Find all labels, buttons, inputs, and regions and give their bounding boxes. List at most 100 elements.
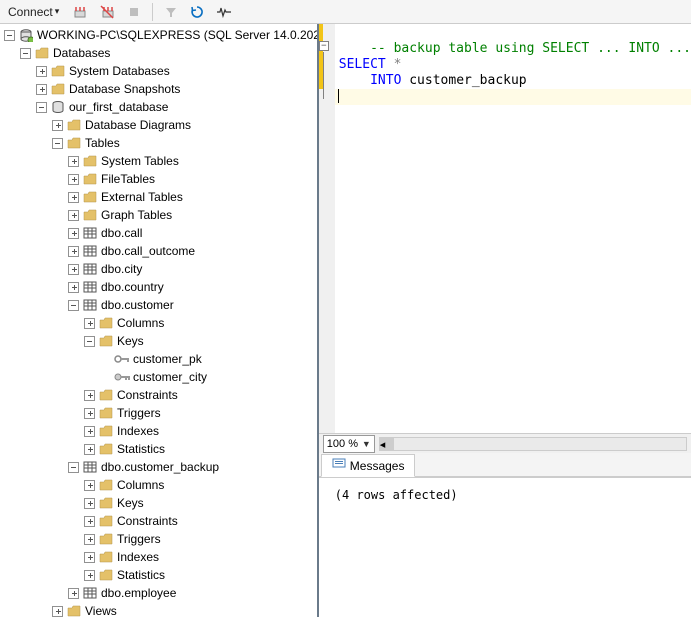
columns-node[interactable]: Columns bbox=[0, 314, 317, 332]
folder-icon bbox=[98, 549, 114, 565]
triggers-node[interactable]: Triggers bbox=[0, 404, 317, 422]
node-label: Statistics bbox=[117, 568, 165, 582]
db-snapshots-node[interactable]: Database Snapshots bbox=[0, 80, 317, 98]
expand-toggle[interactable] bbox=[84, 552, 95, 563]
tables-node[interactable]: Tables bbox=[0, 134, 317, 152]
expand-toggle[interactable] bbox=[84, 516, 95, 527]
indexes-node[interactable]: Indexes bbox=[0, 422, 317, 440]
system-databases-node[interactable]: System Databases bbox=[0, 62, 317, 80]
table-dbo-call-outcome[interactable]: dbo.call_outcome bbox=[0, 242, 317, 260]
current-line-highlight bbox=[335, 89, 691, 105]
object-explorer-tree[interactable]: WORKING-PC\SQLEXPRESS (SQL Server 14.0.2… bbox=[0, 24, 319, 617]
connect-button[interactable]: Connect ▾ bbox=[4, 4, 63, 20]
expand-toggle[interactable] bbox=[84, 444, 95, 455]
expand-toggle[interactable] bbox=[68, 156, 79, 167]
system-tables-node[interactable]: System Tables bbox=[0, 152, 317, 170]
tab-label: Messages bbox=[350, 459, 405, 473]
expand-toggle[interactable] bbox=[52, 606, 63, 617]
code-fold-toggle[interactable]: − bbox=[319, 41, 329, 51]
columns-node-2[interactable]: Columns bbox=[0, 476, 317, 494]
expand-toggle[interactable] bbox=[36, 84, 47, 95]
expand-toggle[interactable] bbox=[68, 174, 79, 185]
zoom-select[interactable]: 100 % ▼ bbox=[323, 435, 375, 453]
activity-monitor-icon[interactable] bbox=[212, 4, 236, 20]
disconnect-server-icon[interactable] bbox=[95, 3, 119, 21]
keys-node-2[interactable]: Keys bbox=[0, 494, 317, 512]
expand-toggle[interactable] bbox=[68, 246, 79, 257]
graph-tables-node[interactable]: Graph Tables bbox=[0, 206, 317, 224]
messages-panel[interactable]: (4 rows affected) bbox=[319, 477, 691, 617]
node-label: Indexes bbox=[117, 550, 159, 564]
node-label: dbo.call bbox=[101, 226, 142, 240]
primary-key-node[interactable]: customer_pk bbox=[0, 350, 317, 368]
constraints-node[interactable]: Constraints bbox=[0, 386, 317, 404]
our-first-database-node[interactable]: our_first_database bbox=[0, 98, 317, 116]
keys-node[interactable]: Keys bbox=[0, 332, 317, 350]
expand-toggle[interactable] bbox=[36, 66, 47, 77]
server-node[interactable]: WORKING-PC\SQLEXPRESS (SQL Server 14.0.2… bbox=[0, 26, 317, 44]
node-label: FileTables bbox=[101, 172, 155, 186]
node-label: Indexes bbox=[117, 424, 159, 438]
stop-icon[interactable] bbox=[123, 4, 145, 20]
table-icon bbox=[82, 459, 98, 475]
database-icon bbox=[50, 99, 66, 115]
refresh-icon[interactable] bbox=[186, 4, 208, 20]
expand-toggle[interactable] bbox=[68, 462, 79, 473]
folder-icon bbox=[98, 333, 114, 349]
expand-toggle[interactable] bbox=[84, 336, 95, 347]
table-dbo-employee[interactable]: dbo.employee bbox=[0, 584, 317, 602]
folder-icon bbox=[98, 513, 114, 529]
file-tables-node[interactable]: FileTables bbox=[0, 170, 317, 188]
table-icon bbox=[82, 297, 98, 313]
expand-toggle[interactable] bbox=[84, 570, 95, 581]
node-label: dbo.customer_backup bbox=[101, 460, 219, 474]
expand-toggle[interactable] bbox=[36, 102, 47, 113]
expand-toggle[interactable] bbox=[84, 534, 95, 545]
folder-icon bbox=[66, 135, 82, 151]
constraints-node-2[interactable]: Constraints bbox=[0, 512, 317, 530]
triggers-node-2[interactable]: Triggers bbox=[0, 530, 317, 548]
table-dbo-city[interactable]: dbo.city bbox=[0, 260, 317, 278]
db-diagrams-node[interactable]: Database Diagrams bbox=[0, 116, 317, 134]
expand-toggle[interactable] bbox=[68, 210, 79, 221]
table-dbo-country[interactable]: dbo.country bbox=[0, 278, 317, 296]
databases-node[interactable]: Databases bbox=[0, 44, 317, 62]
server-icon bbox=[18, 27, 34, 43]
expand-toggle[interactable] bbox=[52, 138, 63, 149]
sql-editor[interactable]: − -- backup table using SELECT ... INTO … bbox=[319, 24, 691, 433]
expand-toggle[interactable] bbox=[68, 282, 79, 293]
folder-icon bbox=[98, 477, 114, 493]
expand-toggle[interactable] bbox=[84, 318, 95, 329]
expand-toggle[interactable] bbox=[20, 48, 31, 59]
expand-toggle[interactable] bbox=[68, 192, 79, 203]
table-dbo-call[interactable]: dbo.call bbox=[0, 224, 317, 242]
expand-toggle[interactable] bbox=[84, 426, 95, 437]
expand-toggle[interactable] bbox=[52, 120, 63, 131]
horizontal-scrollbar[interactable]: ◂ bbox=[379, 437, 687, 451]
expand-toggle[interactable] bbox=[68, 228, 79, 239]
foreign-key-node[interactable]: customer_city bbox=[0, 368, 317, 386]
indexes-node-2[interactable]: Indexes bbox=[0, 548, 317, 566]
statistics-node[interactable]: Statistics bbox=[0, 440, 317, 458]
expand-toggle[interactable] bbox=[68, 264, 79, 275]
connect-server-icon[interactable] bbox=[67, 3, 91, 21]
zoom-value: 100 % bbox=[327, 438, 358, 450]
expand-toggle[interactable] bbox=[84, 408, 95, 419]
node-label: customer_pk bbox=[133, 352, 202, 366]
expand-toggle[interactable] bbox=[84, 480, 95, 491]
table-dbo-customer[interactable]: dbo.customer bbox=[0, 296, 317, 314]
expand-toggle[interactable] bbox=[84, 498, 95, 509]
expand-toggle[interactable] bbox=[68, 300, 79, 311]
external-tables-node[interactable]: External Tables bbox=[0, 188, 317, 206]
tab-messages[interactable]: Messages bbox=[321, 454, 416, 477]
statistics-node-2[interactable]: Statistics bbox=[0, 566, 317, 584]
expand-toggle[interactable] bbox=[68, 588, 79, 599]
node-label: Columns bbox=[117, 316, 164, 330]
scrollbar-thumb[interactable]: ◂ bbox=[380, 438, 394, 450]
table-dbo-customer-backup[interactable]: dbo.customer_backup bbox=[0, 458, 317, 476]
expand-toggle[interactable] bbox=[4, 30, 15, 41]
expand-toggle[interactable] bbox=[84, 390, 95, 401]
folder-icon bbox=[98, 387, 114, 403]
filter-icon[interactable] bbox=[160, 4, 182, 20]
views-node[interactable]: Views bbox=[0, 602, 317, 617]
